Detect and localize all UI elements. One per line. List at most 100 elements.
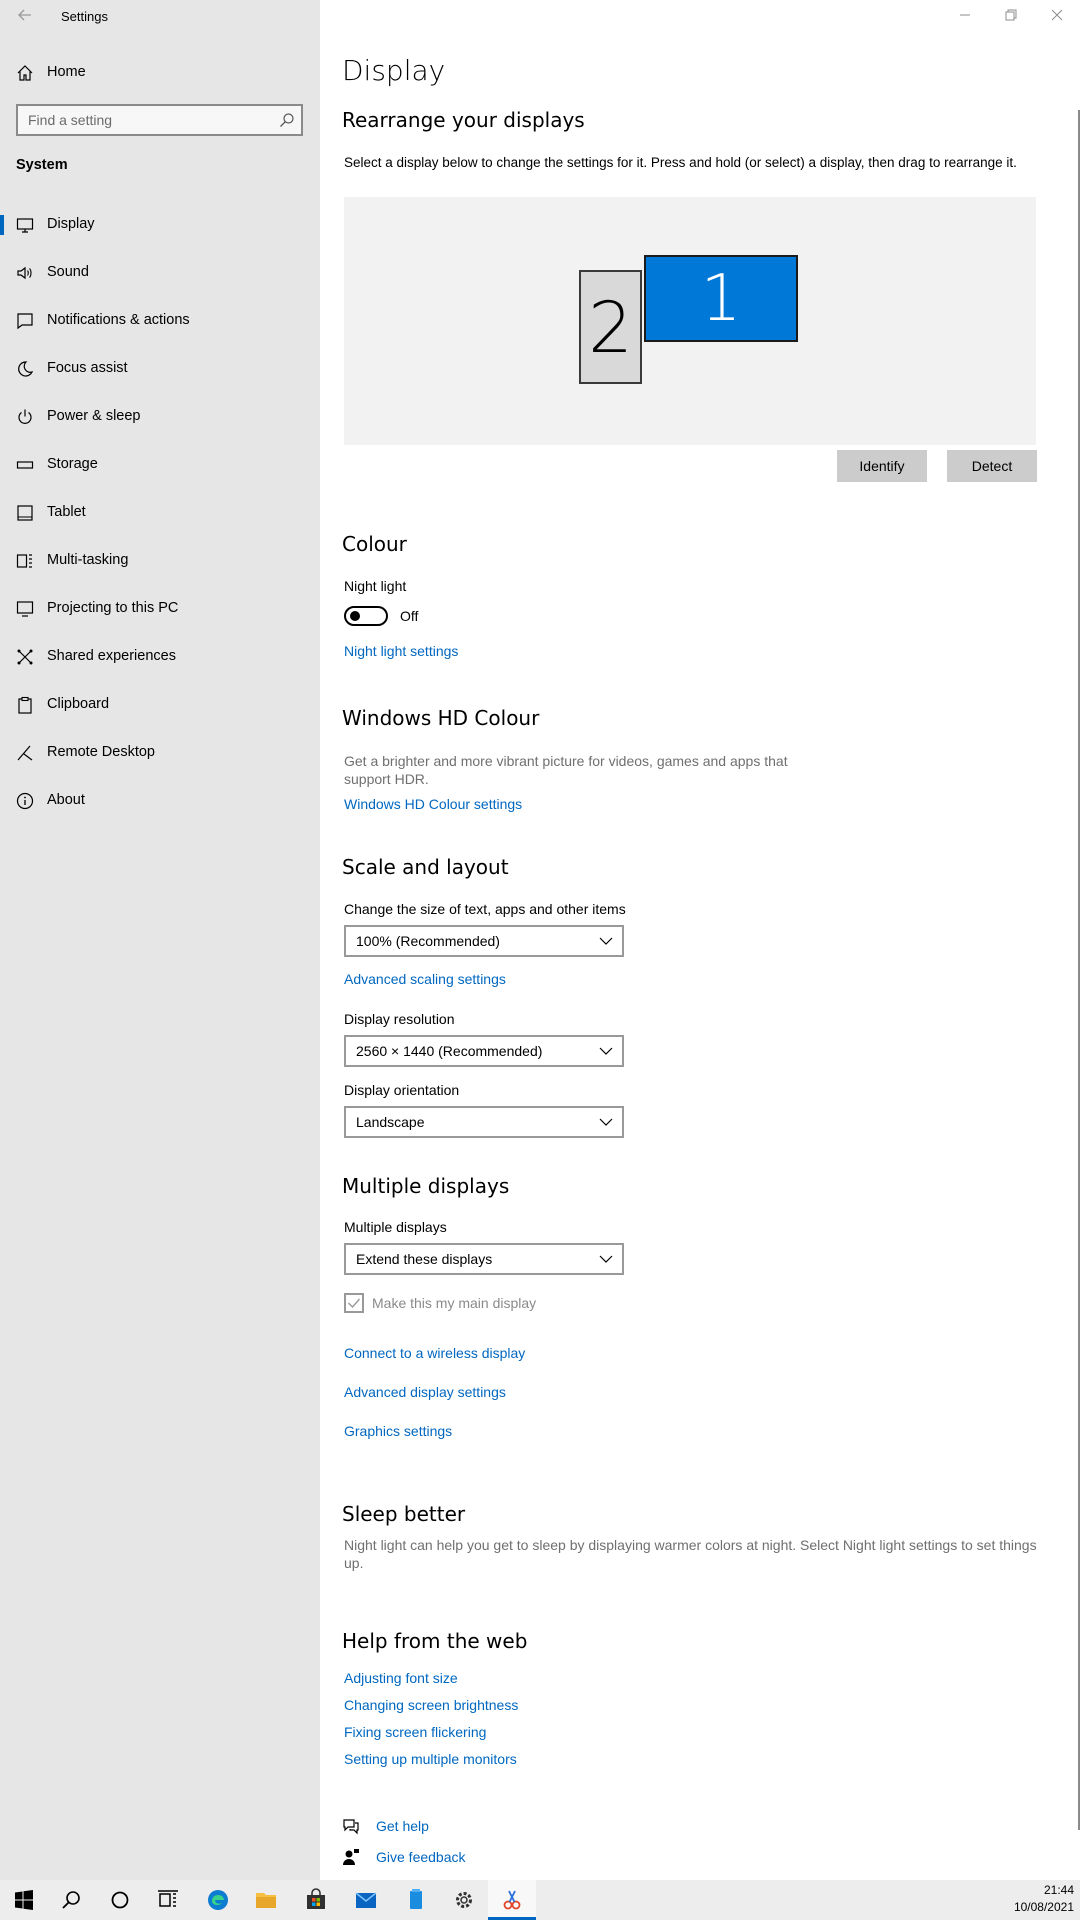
night-light-state: Off	[400, 608, 419, 624]
orientation-dropdown[interactable]: Landscape	[344, 1106, 624, 1138]
main-display-label: Make this my main display	[372, 1295, 537, 1311]
multiple-displays-dropdown[interactable]: Extend these displays	[344, 1243, 624, 1275]
taskbar-store[interactable]	[292, 1880, 340, 1920]
monitor-1[interactable]: 1	[644, 255, 798, 342]
hdr-settings-link[interactable]: Windows HD Colour settings	[344, 796, 522, 812]
sidebar-item-tablet[interactable]: Tablet	[0, 493, 320, 533]
mail-icon	[355, 1892, 377, 1908]
app-title: Settings	[61, 9, 108, 24]
folder-icon	[256, 1893, 276, 1908]
main-display-checkbox[interactable]	[344, 1293, 364, 1313]
sidebar-item-label: Remote Desktop	[47, 744, 155, 760]
give-feedback-link[interactable]: Give feedback	[376, 1849, 466, 1865]
windows-start-icon	[15, 1890, 33, 1910]
speaker-icon	[17, 266, 32, 280]
help-link[interactable]: Changing screen brightness	[344, 1697, 518, 1713]
search-icon	[62, 1891, 80, 1909]
task-view-button[interactable]	[144, 1880, 192, 1920]
start-button[interactable]	[0, 1880, 48, 1920]
section-heading-scale: Scale and layout	[342, 855, 509, 879]
sidebar-item-notifications[interactable]: Notifications & actions	[0, 301, 320, 341]
scale-value: 100% (Recommended)	[356, 933, 500, 949]
rearrange-description: Select a display below to change the set…	[344, 155, 1017, 170]
storage-icon	[16, 461, 34, 469]
restore-icon	[1005, 9, 1017, 21]
close-icon	[1051, 9, 1063, 21]
sidebar-item-multitasking[interactable]: Multi-tasking	[0, 541, 320, 581]
sidebar-item-power[interactable]: Power & sleep	[0, 397, 320, 437]
cortana-button[interactable]	[96, 1880, 144, 1920]
display-arrangement-area[interactable]: 2 1	[344, 197, 1036, 445]
close-button[interactable]	[1034, 0, 1080, 32]
section-heading-hdr: Windows HD Colour	[342, 706, 540, 730]
back-button[interactable]	[14, 5, 36, 27]
sidebar-item-focus-assist[interactable]: Focus assist	[0, 349, 320, 389]
graphics-settings-link[interactable]: Graphics settings	[344, 1423, 452, 1439]
tablet-icon	[17, 505, 33, 521]
sidebar-section-title: System	[16, 157, 68, 173]
section-heading-rearrange: Rearrange your displays	[342, 108, 585, 132]
sidebar-item-display[interactable]: Display	[0, 205, 320, 245]
sidebar-item-label: Display	[47, 216, 95, 232]
night-light-toggle[interactable]	[344, 606, 388, 626]
wireless-display-link[interactable]: Connect to a wireless display	[344, 1345, 525, 1361]
search-input[interactable]: Find a setting	[16, 104, 303, 136]
notification-icon	[17, 313, 33, 330]
chevron-down-icon	[599, 1047, 613, 1055]
sidebar-item-storage[interactable]: Storage	[0, 445, 320, 485]
minimize-icon	[960, 14, 970, 16]
notepad-icon	[410, 1889, 422, 1909]
restore-button[interactable]	[988, 0, 1034, 32]
monitor-icon	[16, 218, 34, 233]
section-heading-help: Help from the web	[342, 1629, 528, 1653]
size-label: Change the size of text, apps and other …	[344, 901, 626, 917]
help-link[interactable]: Fixing screen flickering	[344, 1724, 486, 1740]
advanced-display-link[interactable]: Advanced display settings	[344, 1384, 506, 1400]
sidebar-item-about[interactable]: About	[0, 781, 320, 821]
scale-dropdown[interactable]: 100% (Recommended)	[344, 925, 624, 957]
sidebar-item-label: Sound	[47, 264, 89, 280]
help-link[interactable]: Adjusting font size	[344, 1670, 458, 1686]
multiple-displays-label: Multiple displays	[344, 1219, 447, 1235]
sidebar-item-label: Power & sleep	[47, 408, 141, 424]
section-heading-multiple: Multiple displays	[342, 1174, 510, 1198]
feedback-icon	[343, 1849, 359, 1865]
help-link[interactable]: Setting up multiple monitors	[344, 1751, 517, 1767]
remote-icon	[17, 745, 33, 761]
taskbar-snipping-tool[interactable]	[488, 1880, 536, 1920]
section-heading-sleep: Sleep better	[342, 1502, 466, 1526]
sidebar-item-remote-desktop[interactable]: Remote Desktop	[0, 733, 320, 773]
identify-button[interactable]: Identify	[837, 450, 927, 482]
sidebar-item-label: Shared experiences	[47, 648, 176, 664]
sidebar-item-label: Focus assist	[47, 360, 128, 376]
multitasking-icon	[16, 554, 32, 568]
night-light-settings-link[interactable]: Night light settings	[344, 643, 458, 659]
sidebar-item-label: About	[47, 792, 85, 808]
resolution-dropdown[interactable]: 2560 × 1440 (Recommended)	[344, 1035, 624, 1067]
advanced-scaling-link[interactable]: Advanced scaling settings	[344, 971, 506, 987]
shared-icon	[17, 649, 33, 665]
taskbar-search-button[interactable]	[48, 1880, 96, 1920]
monitor-2[interactable]: 2	[579, 270, 642, 384]
sidebar-item-shared-experiences[interactable]: Shared experiences	[0, 637, 320, 677]
sidebar-item-projecting[interactable]: Projecting to this PC	[0, 589, 320, 629]
taskbar-edge[interactable]	[194, 1880, 242, 1920]
sleep-description-line2: up.	[344, 1555, 364, 1571]
taskbar-notepad[interactable]	[392, 1880, 440, 1920]
sidebar-item-clipboard[interactable]: Clipboard	[0, 685, 320, 725]
sidebar-item-sound[interactable]: Sound	[0, 253, 320, 293]
system-clock[interactable]: 21:44 10/08/2021	[1014, 1882, 1074, 1916]
cortana-icon	[111, 1891, 129, 1909]
multiple-displays-value: Extend these displays	[356, 1251, 493, 1267]
sidebar-item-home[interactable]: Home	[0, 56, 320, 90]
taskbar-mail[interactable]	[342, 1880, 390, 1920]
sidebar: Settings Home Find a setting System Disp…	[0, 0, 320, 1880]
minimize-button[interactable]	[942, 0, 988, 32]
home-icon	[17, 65, 33, 81]
back-arrow-icon	[18, 9, 31, 21]
hdr-description-line1: Get a brighter and more vibrant picture …	[344, 753, 788, 769]
get-help-link[interactable]: Get help	[376, 1818, 429, 1834]
detect-button[interactable]: Detect	[947, 450, 1037, 482]
taskbar-file-explorer[interactable]	[242, 1880, 290, 1920]
taskbar-settings[interactable]	[440, 1880, 488, 1920]
